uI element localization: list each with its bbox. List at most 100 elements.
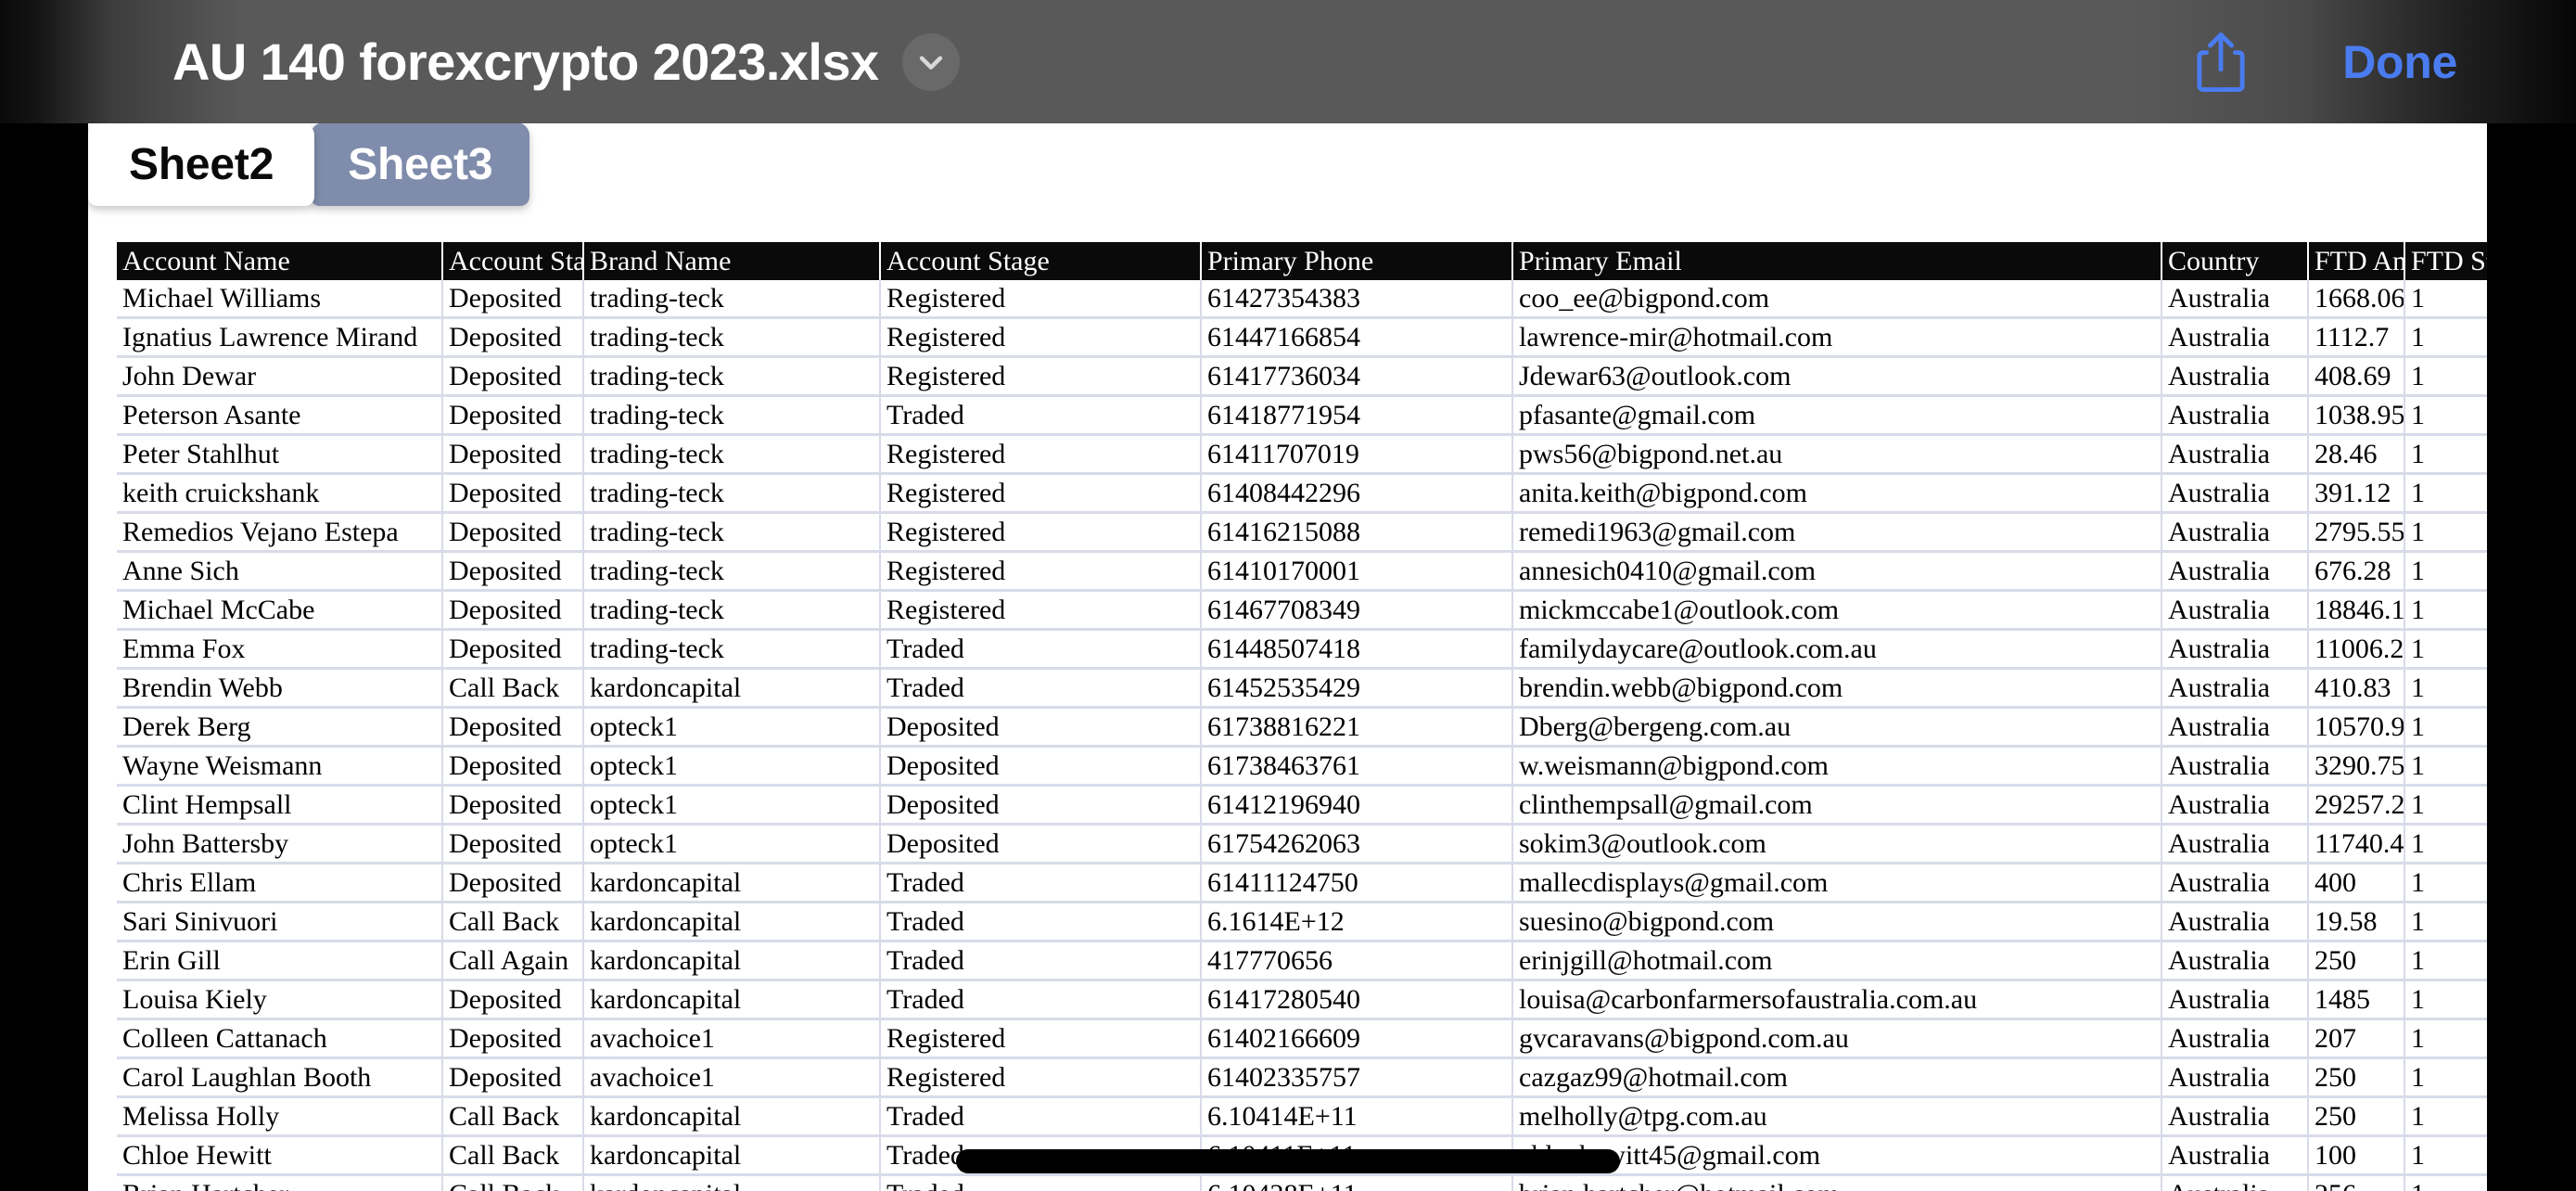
cell-primary-email[interactable]: mallecdisplays@gmail.com: [1513, 864, 2162, 903]
column-header-account-status[interactable]: Account Sta: [443, 242, 584, 280]
table-row[interactable]: Chris Ellam Deposited kardoncapital Traded 6…: [117, 864, 2487, 903]
cell-primary-email[interactable]: lawrence-mir@hotmail.com: [1513, 319, 2162, 358]
cell-account-name[interactable]: John Dewar: [117, 358, 443, 397]
cell-ftd-amount[interactable]: 1112.7: [2309, 319, 2405, 358]
cell-country[interactable]: Australia: [2162, 319, 2309, 358]
cell-account-stage[interactable]: Deposited: [881, 709, 1202, 748]
cell-brand-name[interactable]: opteck1: [584, 787, 881, 826]
cell-ftd-amount[interactable]: 3290.75: [2309, 748, 2405, 787]
table-row[interactable]: Erin Gill Call Again kardoncapital Traded 41…: [117, 942, 2487, 981]
cell-account-status[interactable]: Call Again: [443, 942, 584, 981]
cell-primary-email[interactable]: anita.keith@bigpond.com: [1513, 475, 2162, 514]
cell-brand-name[interactable]: avachoice1: [584, 1020, 881, 1059]
cell-country[interactable]: Australia: [2162, 514, 2309, 553]
cell-brand-name[interactable]: kardoncapital: [584, 981, 881, 1020]
cell-country[interactable]: Australia: [2162, 1176, 2309, 1191]
cell-ftd-status[interactable]: 1: [2405, 319, 2487, 358]
cell-account-status[interactable]: Deposited: [443, 1059, 584, 1098]
done-button[interactable]: Done: [2342, 35, 2457, 89]
spreadsheet-grid[interactable]: Account Name Account Sta Brand Name Acco…: [117, 242, 2487, 1191]
cell-ftd-status[interactable]: 1: [2405, 631, 2487, 670]
document-title-group[interactable]: AU 140 forexcrypto 2023.xlsx: [172, 0, 961, 123]
cell-primary-email[interactable]: familydaycare@outlook.com.au: [1513, 631, 2162, 670]
cell-account-stage[interactable]: Traded: [881, 1098, 1202, 1137]
chevron-down-icon[interactable]: [902, 32, 961, 91]
cell-ftd-status[interactable]: 1: [2405, 670, 2487, 709]
cell-country[interactable]: Australia: [2162, 397, 2309, 436]
table-row[interactable]: Remedios Vejano Estepa Deposited trading-t…: [117, 514, 2487, 553]
cell-account-status[interactable]: Deposited: [443, 475, 584, 514]
cell-ftd-amount[interactable]: 250: [2309, 1059, 2405, 1098]
cell-ftd-amount[interactable]: 250: [2309, 942, 2405, 981]
cell-ftd-status[interactable]: 1: [2405, 280, 2487, 319]
cell-country[interactable]: Australia: [2162, 280, 2309, 319]
cell-primary-phone[interactable]: 61738463761: [1202, 748, 1513, 787]
cell-ftd-status[interactable]: 1: [2405, 1137, 2487, 1176]
table-row[interactable]: Michael McCabe Deposited trading-teck Regis…: [117, 592, 2487, 631]
cell-account-name[interactable]: Carol Laughlan Booth: [117, 1059, 443, 1098]
cell-account-stage[interactable]: Traded: [881, 981, 1202, 1020]
cell-account-name[interactable]: Michael McCabe: [117, 592, 443, 631]
cell-ftd-amount[interactable]: 29257.25: [2309, 787, 2405, 826]
table-row[interactable]: Michael Williams Deposited trading-teck Reg…: [117, 280, 2487, 319]
cell-account-name[interactable]: Remedios Vejano Estepa: [117, 514, 443, 553]
cell-account-name[interactable]: Peterson Asante: [117, 397, 443, 436]
cell-ftd-amount[interactable]: 410.83: [2309, 670, 2405, 709]
cell-primary-email[interactable]: Jdewar63@outlook.com: [1513, 358, 2162, 397]
cell-brand-name[interactable]: kardoncapital: [584, 903, 881, 942]
cell-account-stage[interactable]: Registered: [881, 358, 1202, 397]
column-header-primary-email[interactable]: Primary Email: [1513, 242, 2162, 280]
cell-primary-email[interactable]: coo_ee@bigpond.com: [1513, 280, 2162, 319]
cell-primary-phone[interactable]: 61738816221: [1202, 709, 1513, 748]
cell-account-name[interactable]: Colleen Cattanach: [117, 1020, 443, 1059]
cell-brand-name[interactable]: kardoncapital: [584, 1137, 881, 1176]
table-row[interactable]: Derek Berg Deposited opteck1 Deposited 61738…: [117, 709, 2487, 748]
cell-account-stage[interactable]: Registered: [881, 319, 1202, 358]
cell-ftd-amount[interactable]: 19.58: [2309, 903, 2405, 942]
cell-primary-email[interactable]: mickmccabe1@outlook.com: [1513, 592, 2162, 631]
cell-account-stage[interactable]: Traded: [881, 631, 1202, 670]
cell-account-name[interactable]: Wayne Weismann: [117, 748, 443, 787]
cell-brand-name[interactable]: trading-teck: [584, 280, 881, 319]
cell-account-stage[interactable]: Registered: [881, 553, 1202, 592]
cell-account-status[interactable]: Call Back: [443, 1176, 584, 1191]
cell-account-name[interactable]: Clint Hempsall: [117, 787, 443, 826]
table-row[interactable]: Clint Hempsall Deposited opteck1 Deposited 6…: [117, 787, 2487, 826]
column-header-ftd-amount[interactable]: FTD Amou: [2309, 242, 2405, 280]
cell-account-stage[interactable]: Deposited: [881, 748, 1202, 787]
cell-ftd-status[interactable]: 1: [2405, 514, 2487, 553]
table-row[interactable]: Colleen Cattanach Deposited avachoice1 Regi…: [117, 1020, 2487, 1059]
table-row[interactable]: John Battersby Deposited opteck1 Deposited 6…: [117, 826, 2487, 864]
cell-account-status[interactable]: Deposited: [443, 358, 584, 397]
cell-account-status[interactable]: Deposited: [443, 436, 584, 475]
cell-country[interactable]: Australia: [2162, 748, 2309, 787]
cell-ftd-amount[interactable]: 18846.15: [2309, 592, 2405, 631]
cell-account-stage[interactable]: Traded: [881, 1176, 1202, 1191]
cell-brand-name[interactable]: kardoncapital: [584, 942, 881, 981]
cell-primary-email[interactable]: w.weismann@bigpond.com: [1513, 748, 2162, 787]
cell-ftd-status[interactable]: 1: [2405, 475, 2487, 514]
column-header-country[interactable]: Country: [2162, 242, 2309, 280]
cell-primary-phone[interactable]: 61417280540: [1202, 981, 1513, 1020]
cell-primary-phone[interactable]: 61402335757: [1202, 1059, 1513, 1098]
cell-primary-phone[interactable]: 61410170001: [1202, 553, 1513, 592]
cell-country[interactable]: Australia: [2162, 1059, 2309, 1098]
cell-account-name[interactable]: Anne Sich: [117, 553, 443, 592]
table-row[interactable]: Peter Stahlhut Deposited trading-teck Regis…: [117, 436, 2487, 475]
table-row[interactable]: Brendin Webb Call Back kardoncapital Traded…: [117, 670, 2487, 709]
cell-ftd-status[interactable]: 1: [2405, 592, 2487, 631]
cell-country[interactable]: Australia: [2162, 826, 2309, 864]
cell-ftd-status[interactable]: 1: [2405, 787, 2487, 826]
cell-ftd-status[interactable]: 1: [2405, 826, 2487, 864]
cell-account-name[interactable]: Sari Sinivuori: [117, 903, 443, 942]
cell-account-status[interactable]: Call Back: [443, 1137, 584, 1176]
cell-primary-phone[interactable]: 6.10428E+11: [1202, 1176, 1513, 1191]
cell-brand-name[interactable]: trading-teck: [584, 631, 881, 670]
cell-account-status[interactable]: Deposited: [443, 864, 584, 903]
table-row[interactable]: Brian HartcherCall BackkardoncapitalTrad…: [117, 1176, 2487, 1191]
cell-primary-phone[interactable]: 61754262063: [1202, 826, 1513, 864]
cell-country[interactable]: Australia: [2162, 1098, 2309, 1137]
cell-brand-name[interactable]: trading-teck: [584, 553, 881, 592]
cell-country[interactable]: Australia: [2162, 981, 2309, 1020]
cell-account-status[interactable]: Deposited: [443, 709, 584, 748]
